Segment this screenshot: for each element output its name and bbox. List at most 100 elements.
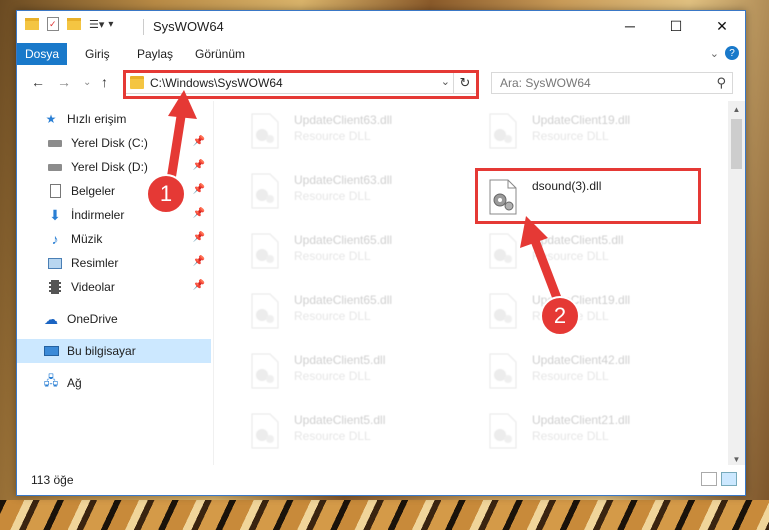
- dll-file-icon: [489, 113, 517, 149]
- tab-home[interactable]: Giriş: [77, 43, 118, 65]
- toolbar-dropdown-icon[interactable]: ▾: [108, 19, 113, 30]
- scroll-up-icon[interactable]: ▲: [728, 101, 745, 117]
- sidebar-item-label: Yerel Disk (D:): [71, 160, 148, 174]
- title-separator: [143, 19, 144, 35]
- sidebar-item-onedrive[interactable]: ☁ OneDrive: [17, 307, 211, 331]
- expand-ribbon-icon[interactable]: ⌄: [710, 47, 719, 60]
- help-icon[interactable]: ?: [725, 46, 739, 60]
- file-name: UpdateClient63.dll: [294, 173, 393, 187]
- list-item[interactable]: UpdateClient42.dll Resource DLL: [480, 349, 700, 399]
- tab-share[interactable]: Paylaş: [129, 43, 181, 65]
- maximize-button[interactable]: ☐: [653, 11, 699, 41]
- large-icons-view-icon[interactable]: [721, 472, 737, 486]
- dll-file-icon: [251, 173, 279, 209]
- file-name: UpdateClient5.dll: [294, 413, 386, 427]
- forward-arrow-icon[interactable]: →: [57, 74, 71, 90]
- search-icon[interactable]: ⚲: [716, 75, 726, 91]
- file-name: UpdateClient5.dll: [532, 233, 624, 247]
- sidebar-item-network[interactable]: 🖧 Ağ: [17, 371, 211, 395]
- vertical-scrollbar[interactable]: ▲ ▼: [728, 101, 745, 467]
- dll-file-icon: [251, 413, 279, 449]
- list-item[interactable]: UpdateClient65.dll Resource DLL: [242, 289, 462, 339]
- list-item[interactable]: UpdateClient63.dll Resource DLL: [242, 109, 462, 159]
- dll-file-icon: [251, 353, 279, 389]
- list-item[interactable]: UpdateClient5.dll Resource DLL: [480, 229, 700, 279]
- dll-file-icon: [489, 233, 517, 269]
- list-item[interactable]: UpdateClient63.dll Resource DLL: [242, 169, 462, 219]
- file-name: UpdateClient65.dll: [294, 293, 393, 307]
- address-highlight-box: [123, 70, 479, 99]
- file-type: Resource DLL: [294, 129, 371, 143]
- sidebar-item-label: Belgeler: [71, 184, 116, 198]
- file-type: Resource DLL: [532, 369, 609, 383]
- pin-icon: 📌: [192, 256, 205, 267]
- pin-icon: 📌: [192, 232, 205, 243]
- sidebar-item-this-pc[interactable]: Bu bilgisayar: [17, 339, 211, 363]
- scrollbar-thumb[interactable]: [731, 119, 742, 169]
- quick-access-toolbar: ✓ ☰▾ ▾: [25, 17, 113, 31]
- sidebar-item-local-disk-d[interactable]: Yerel Disk (D:) 📌: [17, 155, 211, 179]
- download-icon: ⬇: [49, 206, 61, 223]
- file-highlight-box: [475, 168, 701, 224]
- list-item[interactable]: UpdateClient21.dll Resource DLL: [480, 409, 700, 459]
- sidebar-item-quick-access[interactable]: ★ Hızlı erişim: [17, 107, 211, 131]
- up-arrow-icon[interactable]: ↑: [101, 74, 108, 90]
- desktop-background: [0, 500, 769, 530]
- customize-toolbar-icon[interactable]: ☰▾: [89, 18, 104, 31]
- minimize-button[interactable]: ─: [607, 11, 653, 41]
- sidebar-item-label: Ağ: [67, 376, 82, 390]
- list-item[interactable]: UpdateClient19.dll Resource DLL: [480, 109, 700, 159]
- dll-file-icon: [251, 113, 279, 149]
- sidebar-item-label: Yerel Disk (C:): [71, 136, 148, 150]
- list-item[interactable]: UpdateClient5.dll Resource DLL: [242, 409, 462, 459]
- list-item[interactable]: UpdateClient5.dll Resource DLL: [242, 349, 462, 399]
- new-folder-icon[interactable]: [67, 18, 81, 30]
- explorer-window: ✓ ☰▾ ▾ SysWOW64 ─ ☐ ✕ Dosya Giriş Paylaş…: [16, 10, 746, 496]
- dll-file-icon: [251, 233, 279, 269]
- title-bar: ✓ ☰▾ ▾ SysWOW64 ─ ☐ ✕: [17, 11, 745, 43]
- documents-icon: [47, 183, 63, 199]
- tab-view[interactable]: Görünüm: [187, 43, 253, 65]
- back-arrow-icon[interactable]: ←: [31, 74, 45, 90]
- properties-icon[interactable]: ✓: [47, 17, 59, 31]
- list-item[interactable]: UpdateClient19.dll Resource DLL: [480, 289, 700, 339]
- file-type: Resource DLL: [294, 189, 371, 203]
- sidebar-item-pictures[interactable]: Resimler 📌: [17, 251, 211, 275]
- file-name: UpdateClient42.dll: [532, 353, 631, 367]
- sidebar-item-label: Resimler: [71, 256, 119, 270]
- sidebar-item-downloads[interactable]: ⬇ İndirmeler 📌: [17, 203, 211, 227]
- sidebar-item-label: OneDrive: [67, 312, 118, 326]
- file-name: UpdateClient19.dll: [532, 113, 631, 127]
- step-1-badge: 1: [146, 174, 186, 214]
- videos-icon: [47, 279, 63, 295]
- navigation-pane: ★ Hızlı erişim Yerel Disk (C:) 📌 Yerel D…: [17, 101, 214, 467]
- item-count: 113 öğe: [31, 473, 74, 487]
- file-type: Resource DLL: [294, 429, 371, 443]
- status-bar: 113 öğe: [17, 465, 745, 495]
- sidebar-item-videos[interactable]: Videolar 📌: [17, 275, 211, 299]
- search-box[interactable]: Ara: SysWOW64 ⚲: [491, 72, 733, 94]
- pictures-icon: [47, 255, 63, 271]
- file-name: UpdateClient65.dll: [294, 233, 393, 247]
- pin-icon: 📌: [192, 208, 205, 219]
- drive-icon: [47, 159, 63, 175]
- dll-file-icon: [489, 353, 517, 389]
- file-list: UpdateClient63.dll Resource DLL UpdateCl…: [214, 101, 728, 467]
- star-icon: ★: [45, 112, 57, 126]
- pin-icon: 📌: [192, 280, 205, 291]
- computer-icon: [43, 343, 59, 359]
- pin-icon: 📌: [192, 136, 205, 147]
- sidebar-item-label: Hızlı erişim: [67, 112, 127, 126]
- pin-icon: 📌: [192, 184, 205, 195]
- close-button[interactable]: ✕: [699, 11, 745, 41]
- sidebar-item-music[interactable]: ♪ Müzik 📌: [17, 227, 211, 251]
- search-input[interactable]: Ara: SysWOW64: [500, 76, 591, 90]
- sidebar-item-label: Bu bilgisayar: [67, 344, 136, 358]
- step-2-badge: 2: [540, 296, 580, 336]
- sidebar-item-local-disk-c[interactable]: Yerel Disk (C:) 📌: [17, 131, 211, 155]
- file-type: Resource DLL: [532, 249, 609, 263]
- details-view-icon[interactable]: [701, 472, 717, 486]
- recent-locations-icon[interactable]: ⌄: [83, 77, 91, 88]
- list-item[interactable]: UpdateClient65.dll Resource DLL: [242, 229, 462, 279]
- dll-file-icon: [251, 293, 279, 329]
